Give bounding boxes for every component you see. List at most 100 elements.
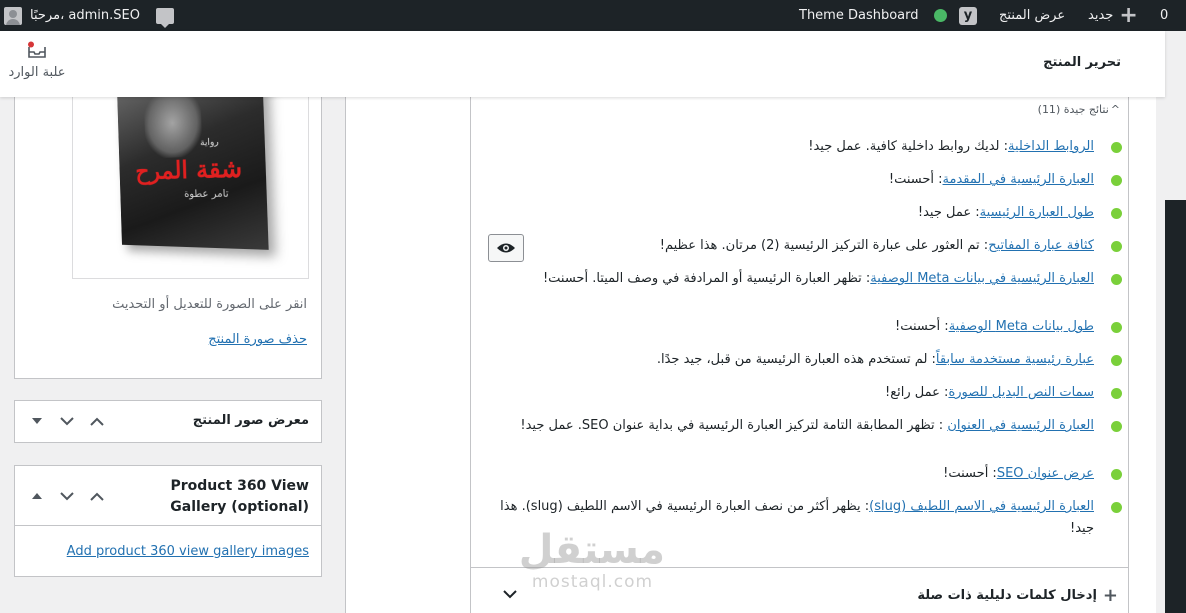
seo-result-item: العبارة الرئيسية في العنوان : تظهر المطا… [519, 415, 1122, 437]
seo-result-text: : تظهر العبارة الرئيسية أو المرادفة في و… [542, 271, 871, 286]
yoast-menu[interactable]: y [959, 0, 977, 31]
product-360-title-line1: Product 360 View [170, 478, 309, 494]
eye-icon [497, 243, 515, 253]
move-up-button[interactable] [85, 486, 109, 506]
good-bullet-icon [1111, 322, 1122, 333]
caret-up-icon [32, 493, 42, 499]
scrollbar-track[interactable] [1165, 200, 1186, 613]
plus-icon: + [1102, 585, 1118, 606]
plus-icon: + [1119, 3, 1138, 28]
seo-status-indicator[interactable] [934, 0, 947, 31]
caret-down-icon [32, 418, 42, 424]
product-gallery-box: معرض صور المنتج [14, 400, 322, 443]
toggle-panel-button[interactable] [25, 486, 49, 506]
product-image[interactable]: رواية شقة المرح تامر عطوة [72, 97, 309, 279]
seo-result-item: كثافة عبارة المفاتيح: تم العثور على عبار… [494, 235, 1122, 257]
seo-analysis-panel: ^ نتائج جيدة (11) الروابط الداخلية: لديك… [470, 97, 1129, 613]
new-content-menu[interactable]: جديد + [1088, 0, 1138, 31]
comments-menu[interactable] [156, 0, 174, 31]
view-product-link[interactable]: عرض المنتج [999, 0, 1065, 31]
good-bullet-icon [1111, 469, 1122, 480]
view-product-label: عرض المنتج [999, 8, 1066, 23]
inbox-label: علبة الوارد [8, 65, 66, 80]
move-up-button[interactable] [85, 411, 109, 431]
yoast-icon: y [959, 6, 977, 25]
updates-count: 0 [1160, 8, 1169, 23]
new-label: جديد [1088, 8, 1114, 23]
remove-product-image-link[interactable]: حذف صورة المنتج [208, 332, 307, 347]
seo-result-link[interactable]: كثافة عبارة المفاتيح [988, 238, 1094, 253]
page-header: علبة الوارد تحرير المنتج [0, 31, 1165, 97]
book-author: تامر عطوة [184, 188, 229, 201]
good-bullet-icon [1111, 421, 1122, 432]
seo-result-text: : تظهر المطابقة التامة لتركيز العبارة ال… [520, 418, 948, 433]
add-360-gallery-link[interactable]: Add product 360 view gallery images [67, 544, 309, 559]
seo-result-link[interactable]: العبارة الرئيسية في بيانات Meta الوصفية [870, 271, 1094, 286]
related-keyphrase-toggle[interactable]: + إدخال كلمات دليلية ذات صلة [917, 585, 1118, 606]
avatar [4, 6, 22, 25]
highlight-keyphrase-button[interactable] [488, 234, 524, 262]
seo-result-link[interactable]: طول العبارة الرئيسية [980, 205, 1094, 220]
seo-result-link[interactable]: الروابط الداخلية [1008, 139, 1094, 154]
move-down-button[interactable] [55, 411, 79, 431]
theme-dashboard-label: Theme Dashboard [799, 8, 919, 23]
seo-result-item: عبارة رئيسية مستخدمة سابقاً: لم تستخدم ه… [494, 349, 1122, 371]
admin-bar: مرحبًا، admin.SEO Theme Dashboard y عرض … [0, 0, 1186, 31]
seo-result-item: سمات النص البديل للصورة: عمل رائع! [494, 382, 1122, 404]
seo-result-item: الروابط الداخلية: لديك روابط داخلية كافي… [494, 136, 1122, 158]
image-edit-hint: انقر على الصورة للتعديل أو التحديث [112, 297, 307, 312]
seo-result-item: عرض عنوان SEO: أحسنت! [494, 463, 1122, 485]
seo-result-text: : أحسنت! [895, 319, 949, 334]
seo-result-text: : تم العثور على عبارة التركيز الرئيسية (… [659, 238, 989, 253]
updates-menu[interactable]: 0 [1160, 0, 1168, 31]
theme-dashboard-link[interactable]: Theme Dashboard [799, 0, 919, 31]
seo-result-item: العبارة الرئيسية في بيانات Meta الوصفية:… [534, 268, 1122, 290]
chevron-up-icon: ^ [1110, 103, 1120, 116]
seo-result-link[interactable]: طول بيانات Meta الوصفية [949, 319, 1094, 334]
my-account-menu[interactable]: مرحبًا، admin.SEO [4, 0, 140, 31]
chevron-down-icon[interactable] [503, 590, 517, 599]
toggle-panel-button[interactable] [25, 411, 49, 431]
good-bullet-icon [1111, 208, 1122, 219]
inbox-icon [28, 41, 46, 58]
product-gallery-title: معرض صور المنتج [192, 413, 309, 428]
seo-result-link[interactable]: سمات النص البديل للصورة [948, 385, 1094, 400]
product-gallery-header[interactable]: معرض صور المنتج [15, 401, 321, 441]
good-results-header: نتائج جيدة (11) [1037, 103, 1109, 116]
good-bullet-icon [1111, 355, 1122, 366]
section-divider [471, 567, 1128, 568]
good-results-toggle[interactable]: ^ نتائج جيدة (11) [1038, 103, 1120, 116]
good-bullet-icon [1111, 241, 1122, 252]
seo-result-link[interactable]: عبارة رئيسية مستخدمة سابقاً [936, 352, 1094, 367]
seo-result-item: العبارة الرئيسية في المقدمة: أحسنت! [494, 169, 1122, 191]
good-bullet-icon [1111, 388, 1122, 399]
seo-result-text: : لم تستخدم هذه العبارة الرئيسية من قبل،… [656, 352, 936, 367]
seo-result-text: : أحسنت! [943, 466, 997, 481]
chevron-up-icon [90, 492, 104, 501]
seo-result-link[interactable]: عرض عنوان SEO [997, 466, 1094, 481]
move-down-button[interactable] [55, 486, 79, 506]
seo-result-link[interactable]: العبارة الرئيسية في العنوان [947, 418, 1094, 433]
good-bullet-icon [1111, 142, 1122, 153]
greeting-text: مرحبًا، admin.SEO [30, 8, 140, 23]
seo-result-text: : أحسنت! [888, 172, 943, 187]
chevron-up-icon [90, 417, 104, 426]
seo-result-text: : لديك روابط داخلية كافية. عمل جيد! [808, 139, 1009, 154]
product-360-title-line2: Gallery (optional) [170, 499, 309, 515]
product-image-box: رواية شقة المرح تامر عطوة انقر على الصور… [14, 97, 322, 379]
inbox-button[interactable]: علبة الوارد [4, 41, 70, 80]
seo-result-link[interactable]: العبارة الرئيسية في الاسم اللطيف (slug) [869, 499, 1094, 514]
page-title: تحرير المنتج [1043, 55, 1121, 70]
product-360-title: Product 360 View Gallery (optional) [170, 476, 309, 518]
seo-result-link[interactable]: العبارة الرئيسية في المقدمة [943, 172, 1094, 187]
good-bullet-icon [1111, 502, 1122, 513]
book-cover: رواية شقة المرح تامر عطوة [116, 97, 269, 250]
seo-result-item: طول العبارة الرئيسية: عمل جيد! [494, 202, 1122, 224]
chevron-down-icon [60, 491, 74, 500]
comment-icon [156, 7, 174, 28]
chevron-down-icon [60, 416, 74, 425]
product-360-header[interactable]: Product 360 View Gallery (optional) [15, 466, 321, 526]
seo-result-item: طول بيانات Meta الوصفية: أحسنت! [494, 316, 1122, 338]
seo-score-dot-icon [934, 9, 947, 22]
seo-result-text: : عمل رائع! [885, 385, 949, 400]
